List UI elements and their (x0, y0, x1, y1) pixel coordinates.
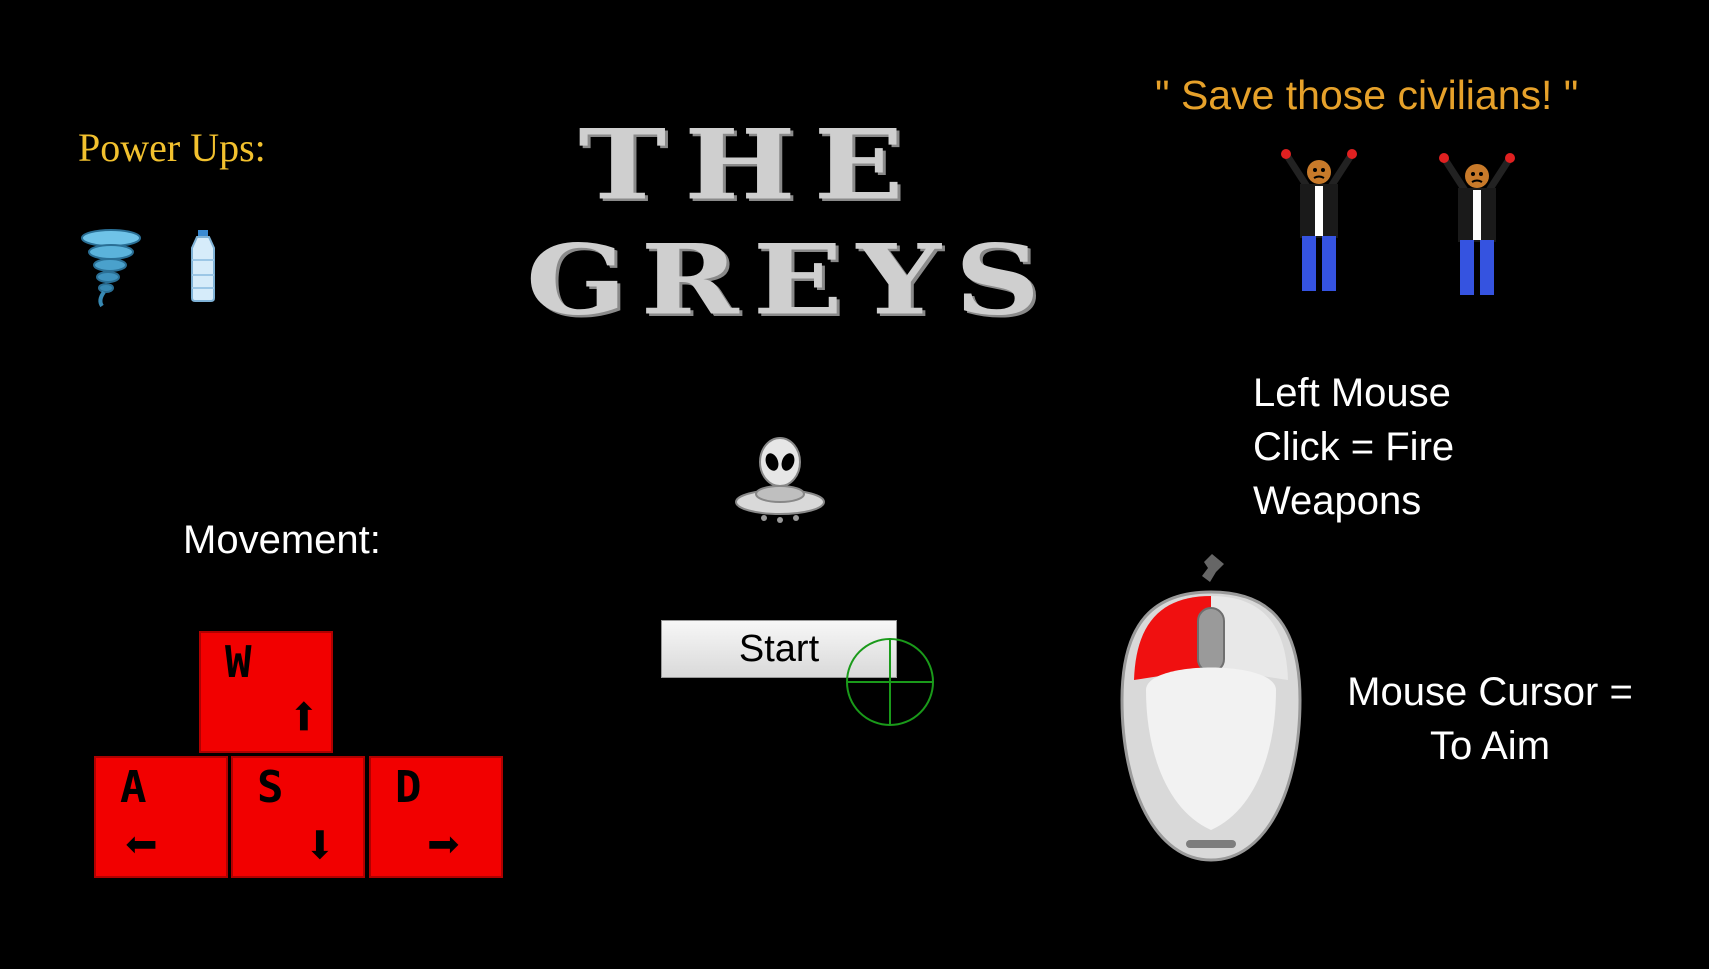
civilian-figure-icon (1278, 148, 1360, 293)
d-key: D ➡ (369, 756, 503, 878)
w-key: W ⬆ (199, 631, 333, 753)
fire-instructions: Left Mouse Click = Fire Weapons (1253, 366, 1533, 528)
tornado-icon (80, 228, 142, 308)
fire-line: Weapons (1253, 479, 1422, 523)
civilian-figure-icon (1436, 152, 1518, 297)
aim-instructions: Mouse Cursor = To Aim (1320, 665, 1660, 773)
fire-line: Click = Fire (1253, 425, 1455, 469)
water-bottle-icon (186, 230, 220, 302)
game-title-line2: GREYS (525, 222, 1055, 337)
powerups-label: Power Ups: (78, 125, 266, 170)
fire-line: Left Mouse (1253, 371, 1451, 415)
mouse-icon (1116, 550, 1306, 868)
aim-line: To Aim (1429, 724, 1551, 768)
civilians-quote: " Save those civilians! " (1155, 72, 1579, 118)
arrow-up-icon: ⬆ (287, 684, 321, 749)
s-key: S ⬇ (231, 756, 365, 878)
a-key-letter: A (120, 762, 147, 813)
aim-line: Mouse Cursor = (1347, 670, 1633, 714)
alien-ship-icon (734, 436, 826, 526)
arrow-down-icon: ⬇ (303, 813, 337, 878)
game-title-line1: THE (578, 107, 922, 222)
a-key: A ⬅ (94, 756, 228, 878)
s-key-letter: S (257, 762, 284, 813)
arrow-left-icon: ⬅ (124, 813, 158, 878)
w-key-letter: W (225, 637, 252, 688)
movement-label: Movement: (183, 518, 381, 562)
crosshair-icon (844, 636, 936, 728)
d-key-letter: D (395, 762, 422, 813)
arrow-right-icon: ➡ (427, 813, 461, 878)
